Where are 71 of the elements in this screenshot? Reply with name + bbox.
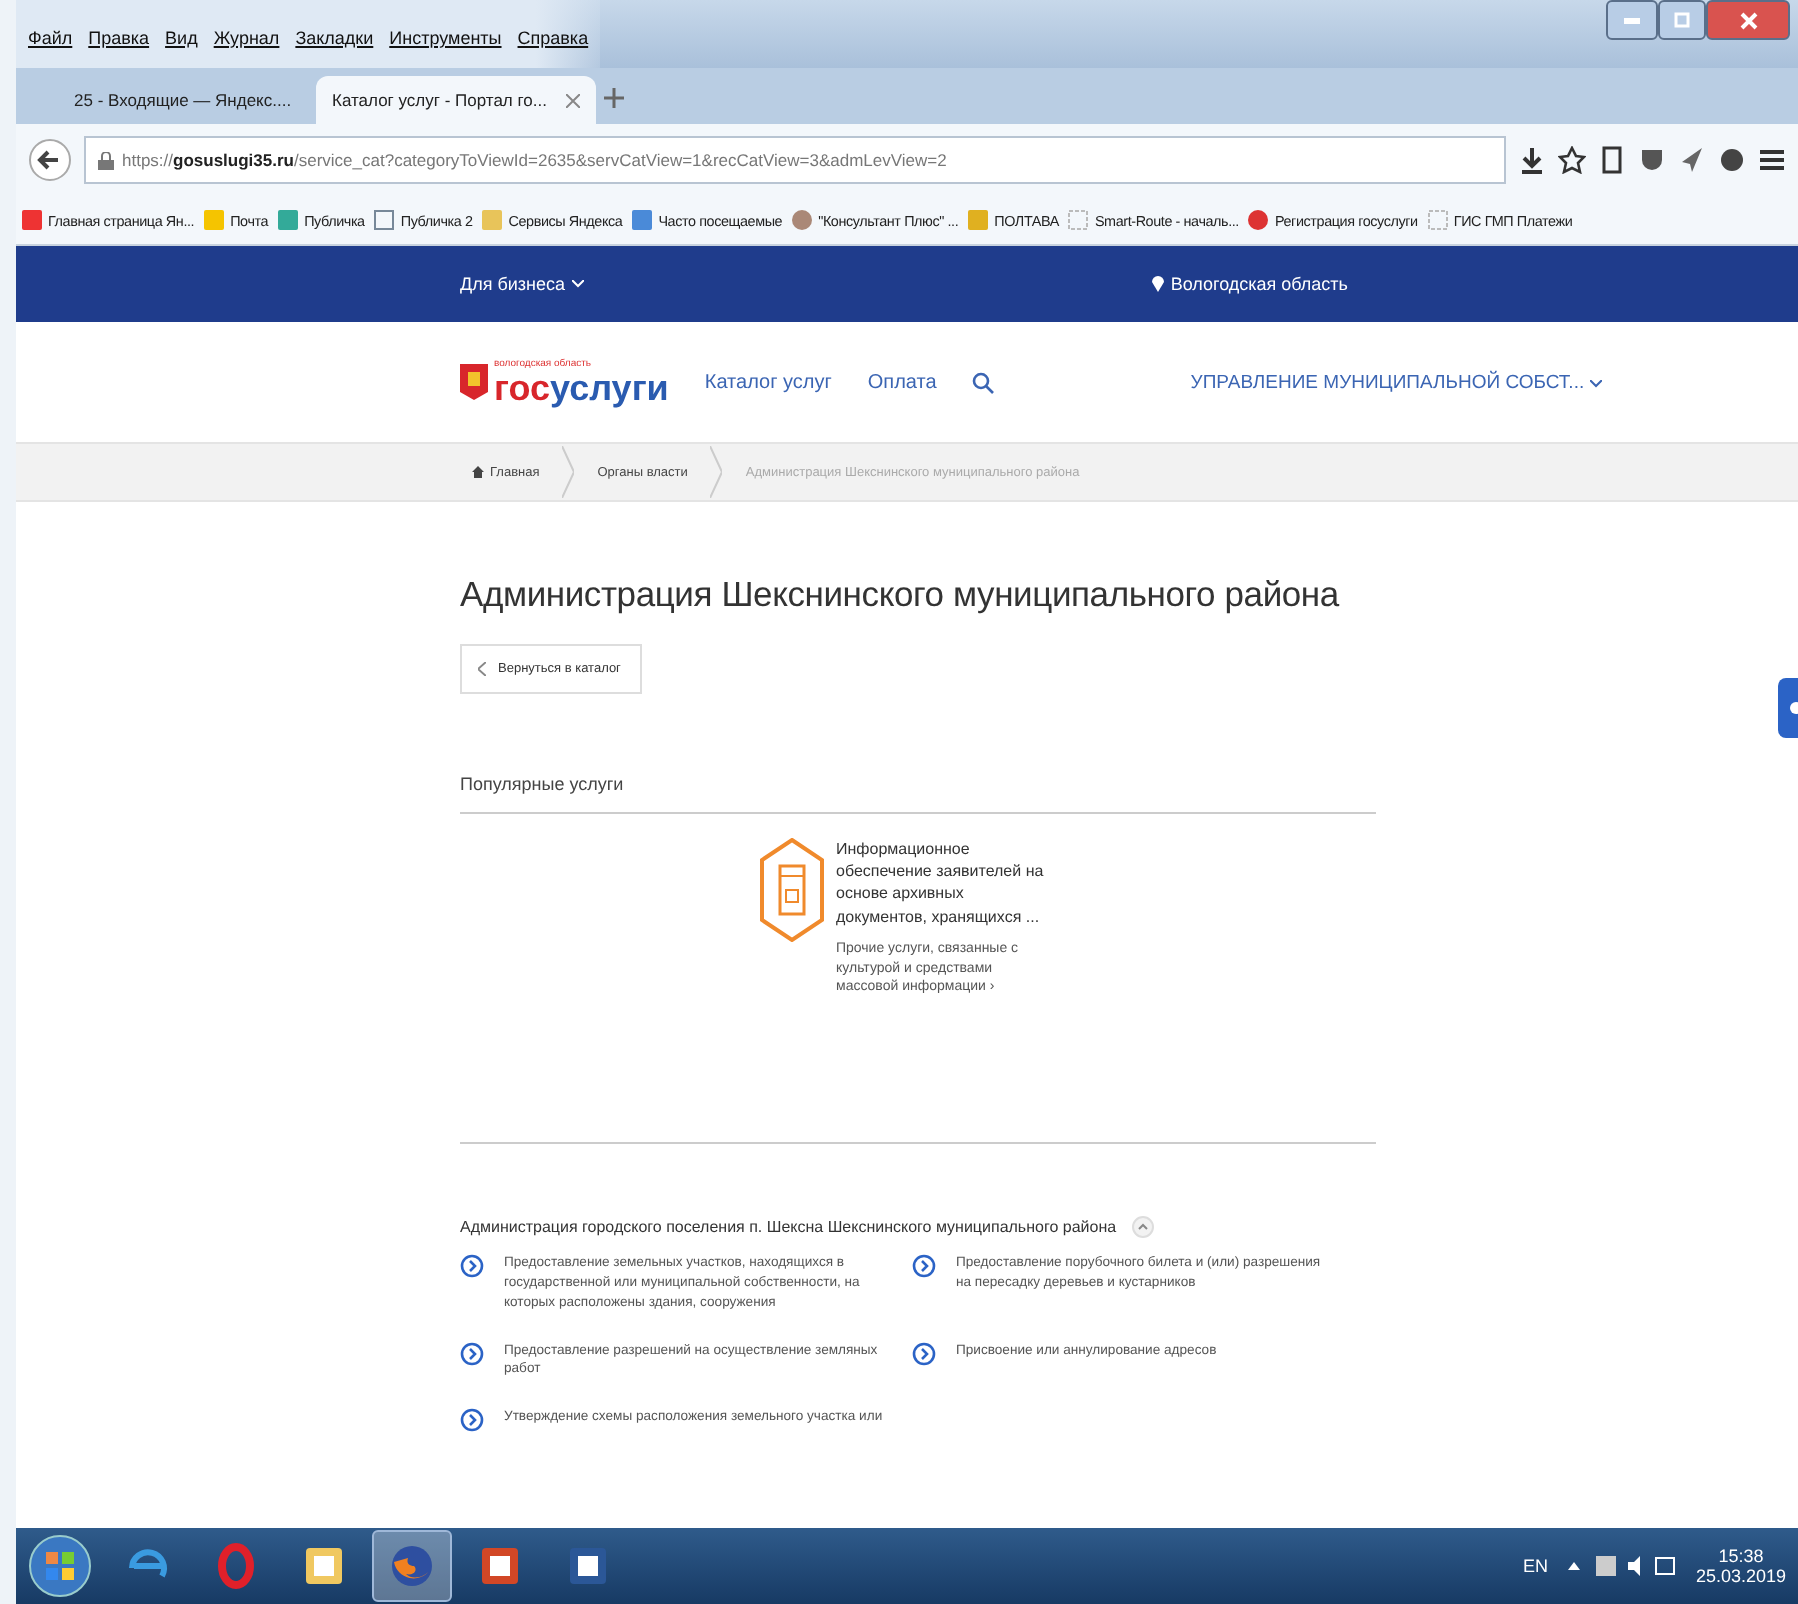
search-icon[interactable] — [972, 371, 995, 393]
menu-item[interactable]: Вид — [165, 28, 198, 68]
chevron-circle-icon — [460, 1408, 484, 1433]
bookmark-icon — [1066, 208, 1091, 232]
menu-item[interactable]: Инструменты — [389, 28, 502, 68]
browser-tab[interactable]: 25 - Входящие — Яндекс.... — [48, 76, 308, 124]
chevron-circle-icon — [460, 1341, 484, 1366]
bookmark-icon — [1246, 208, 1271, 232]
globe-logo-icon — [388, 1542, 436, 1590]
menu-item[interactable]: Журнал — [213, 28, 280, 68]
new-tab-icon[interactable] — [604, 88, 624, 108]
nav-link[interactable]: Оплата — [867, 371, 937, 393]
bookmark-icon — [372, 208, 397, 232]
menu-icon[interactable] — [1758, 146, 1786, 174]
organization-selector[interactable]: УПРАВЛЕНИЕ МУНИЦИПАЛЬНОЙ СОБСТ... — [1190, 371, 1602, 393]
download-icon[interactable] — [1518, 146, 1546, 174]
language-indicator[interactable]: EN — [1522, 1556, 1548, 1576]
service-link[interactable]: Информационное обеспечение заявителей на основе архивных документов, хранящихся ... — [836, 838, 1056, 928]
close-button[interactable] — [1706, 0, 1790, 40]
bookmark-icon — [790, 208, 815, 232]
page-title: Администрация Шекснинского муниципального района — [460, 574, 1342, 616]
bookmark-icon — [1425, 208, 1450, 232]
tray-icons-drawing[interactable] — [1563, 1554, 1680, 1578]
address-bar[interactable]: https://gosuslugi35.ru/service_cat?categoryToViewId=2635&servCatView=1&recCatView=3&admLevView=2 — [84, 136, 1506, 184]
close-icon[interactable] — [566, 93, 580, 107]
caret-icon — [1589, 379, 1602, 387]
lock-icon — [98, 151, 114, 169]
nav-link[interactable]: Каталог услуг — [704, 371, 832, 393]
start-button[interactable] — [28, 1534, 92, 1598]
home-icon — [472, 466, 484, 478]
chevron-left-icon — [478, 662, 486, 676]
separator-icon — [709, 446, 722, 498]
minimize-icon — [1624, 17, 1640, 23]
chevron-circle-icon — [912, 1254, 936, 1278]
clock-time: 15:38 — [1718, 1546, 1764, 1566]
chevron-circle-icon — [460, 1254, 484, 1278]
location-pin-icon — [1152, 276, 1165, 292]
menu-item[interactable]: Справка — [517, 28, 589, 68]
business-menu[interactable]: Для бизнеса — [460, 274, 566, 294]
bookmark-icon — [276, 208, 301, 232]
doc-icon — [564, 1542, 612, 1590]
bookmark-icon — [966, 208, 991, 232]
send-icon[interactable] — [1678, 146, 1706, 174]
section-heading: Популярные услуги — [460, 774, 1376, 814]
bookmark-icon — [480, 208, 505, 232]
collapse-icon[interactable] — [1132, 1216, 1155, 1238]
section-heading: Администрация городского поселения п. Шексна Шекснинского муниципального района — [460, 1218, 1117, 1236]
shield-icon[interactable] — [1638, 146, 1666, 174]
menu-item[interactable]: Правка — [88, 28, 150, 68]
minimize-button[interactable] — [1606, 0, 1658, 40]
region-selector[interactable]: Вологодская область — [1170, 274, 1348, 294]
ring-logo-icon — [212, 1542, 260, 1590]
bookmark-icon — [630, 208, 655, 232]
slide-doc-icon — [476, 1542, 524, 1590]
url-text: https://gosuslugi35.ru/service_cat?categoryToViewId=2635&servCatView=1&recCatView=3&admLevView=2 — [122, 150, 947, 170]
star-icon[interactable] — [1558, 146, 1586, 174]
menu-item[interactable]: Файл — [28, 28, 73, 68]
separator-icon — [561, 446, 574, 498]
maximize-icon — [1674, 12, 1690, 28]
coat-of-arms-icon — [460, 364, 488, 400]
browser-tab[interactable]: Каталог услуг - Портал го... — [316, 76, 596, 124]
clock-date: 25.03.2019 — [1695, 1566, 1786, 1586]
chevron-circle-icon — [912, 1341, 936, 1366]
back-icon[interactable] — [28, 138, 72, 182]
bookmark-icon — [20, 208, 44, 232]
close-icon — [1739, 11, 1757, 29]
maximize-button[interactable] — [1658, 0, 1706, 40]
bookmark-icon — [202, 208, 227, 232]
logo-text[interactable]: госуслуги — [494, 369, 669, 405]
menu-item[interactable]: Закладки — [295, 28, 374, 68]
caret-icon — [571, 280, 584, 288]
